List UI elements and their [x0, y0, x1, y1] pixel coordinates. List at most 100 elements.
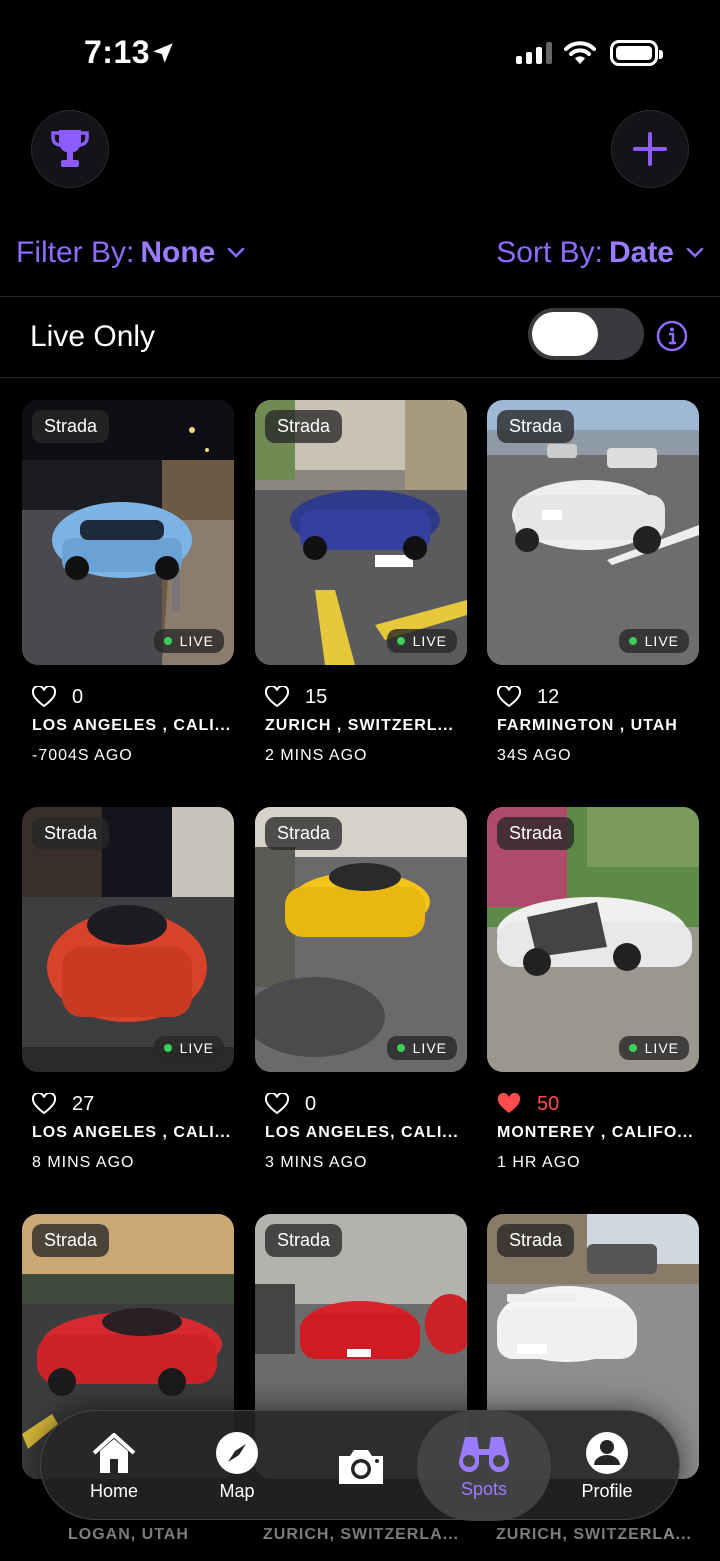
- tab-spots[interactable]: Spots: [417, 1411, 551, 1521]
- binoculars-icon: [458, 1436, 510, 1472]
- person-icon: [586, 1431, 628, 1474]
- spot-time-ago: 8 MINS AGO: [32, 1154, 135, 1171]
- spot-location: LOS ANGELES , CALI...: [32, 1124, 232, 1141]
- spot-card[interactable]: Strada LIVE 50 MONTEREY , CALIFO... 1 HR…: [487, 807, 699, 1172]
- spot-photo: Strada LIVE: [22, 807, 234, 1072]
- like-count: 50: [537, 1092, 560, 1115]
- divider: [0, 377, 720, 378]
- spot-location: ZURICH, SWITZERLA...: [263, 1526, 459, 1543]
- add-spot-button[interactable]: [611, 110, 689, 188]
- sort-label: Sort By:: [496, 236, 603, 269]
- spot-type-badge: Strada: [32, 817, 110, 850]
- status-bar: 7:13: [0, 0, 720, 100]
- tab-spots-label: Spots: [460, 1478, 508, 1499]
- info-icon[interactable]: [656, 320, 688, 352]
- spot-location: LOS ANGELES, CALI...: [265, 1124, 459, 1141]
- spot-photo: Strada LIVE: [487, 400, 699, 665]
- tab-profile[interactable]: Profile: [552, 1411, 662, 1521]
- tab-profile-label: Profile: [581, 1480, 633, 1501]
- heart-outline-icon[interactable]: [32, 1093, 56, 1115]
- spot-card[interactable]: Strada LIVE 15 ZURICH , SWITZERL... 2 MI…: [255, 400, 467, 765]
- filter-dropdown[interactable]: Filter By: None: [16, 236, 245, 270]
- spot-type-badge: Strada: [497, 410, 575, 443]
- heart-outline-icon[interactable]: [32, 686, 56, 708]
- spot-type-badge: Strada: [497, 817, 575, 850]
- spot-card[interactable]: Strada LIVE 0 LOS ANGELES, CALI... 3 MIN…: [255, 807, 467, 1172]
- live-badge: LIVE: [153, 1036, 224, 1060]
- leaderboard-button[interactable]: [31, 110, 109, 188]
- tab-home[interactable]: Home: [59, 1411, 169, 1521]
- filter-value: None: [140, 236, 216, 269]
- heart-outline-icon[interactable]: [265, 1093, 289, 1115]
- spot-time-ago: 3 MINS AGO: [265, 1154, 368, 1171]
- tab-camera[interactable]: [306, 1411, 416, 1521]
- heart-outline-icon[interactable]: [497, 686, 521, 708]
- filter-sort-row: Filter By: None Sort By: Date: [0, 236, 720, 278]
- sort-dropdown[interactable]: Sort By: Date: [496, 236, 704, 270]
- heart-outline-icon[interactable]: [265, 686, 289, 708]
- like-row: 0: [265, 1092, 467, 1116]
- like-count: 15: [305, 685, 328, 708]
- sort-value: Date: [608, 236, 674, 269]
- location-arrow-icon: [153, 43, 173, 63]
- spot-type-badge: Strada: [497, 1224, 575, 1257]
- like-row: 12: [497, 685, 699, 709]
- like-row: 50: [497, 1092, 699, 1116]
- tab-map-label: Map: [219, 1480, 255, 1501]
- spot-location: ZURICH, SWITZERLA...: [496, 1526, 692, 1543]
- spot-photo: Strada LIVE: [255, 807, 467, 1072]
- live-badge: LIVE: [153, 629, 224, 653]
- spot-photo: Strada LIVE: [255, 400, 467, 665]
- live-badge: LIVE: [618, 629, 689, 653]
- like-count: 27: [72, 1092, 95, 1115]
- live-only-toggle[interactable]: [528, 308, 644, 360]
- spot-time-ago: 34S AGO: [497, 747, 572, 764]
- tab-map[interactable]: Map: [182, 1411, 292, 1521]
- spot-location: FARMINGTON , UTAH: [497, 717, 678, 734]
- spot-type-badge: Strada: [32, 410, 110, 443]
- spot-card[interactable]: Strada LIVE 12 FARMINGTON , UTAH 34S AGO: [487, 400, 699, 765]
- live-badge: LIVE: [618, 1036, 689, 1060]
- live-badge: LIVE: [386, 629, 457, 653]
- spot-photo: Strada LIVE: [22, 400, 234, 665]
- wifi-icon: [564, 41, 596, 64]
- like-row: 15: [265, 685, 467, 709]
- camera-icon: [339, 1450, 383, 1484]
- like-count: 0: [72, 685, 84, 708]
- spot-card[interactable]: Strada LIVE 27 LOS ANGELES , CALI... 8 M…: [22, 807, 234, 1172]
- spot-type-badge: Strada: [265, 410, 343, 443]
- spot-time-ago: 2 MINS AGO: [265, 747, 368, 764]
- like-count: 0: [305, 1092, 317, 1115]
- spot-time-ago: 1 HR AGO: [497, 1154, 581, 1171]
- like-row: 0: [32, 685, 234, 709]
- tab-home-label: Home: [89, 1480, 138, 1501]
- live-only-label: Live Only: [30, 320, 156, 353]
- divider: [0, 296, 720, 297]
- chevron-down-icon: [686, 247, 704, 258]
- battery-icon: [610, 40, 663, 66]
- heart-filled-icon[interactable]: [497, 1093, 521, 1115]
- filter-label: Filter By:: [16, 236, 135, 269]
- plus-icon: [633, 132, 667, 166]
- spot-photo: Strada LIVE: [487, 807, 699, 1072]
- spot-type-badge: Strada: [265, 817, 343, 850]
- tab-bar: Home Map Spots Profile: [40, 1410, 680, 1521]
- spot-time-ago: -7004S AGO: [32, 747, 133, 764]
- like-count: 12: [537, 685, 560, 708]
- live-badge: LIVE: [386, 1036, 457, 1060]
- spot-location: MONTEREY , CALIFO...: [497, 1124, 694, 1141]
- spot-location: LOGAN, UTAH: [68, 1526, 189, 1543]
- like-row: 27: [32, 1092, 234, 1116]
- spot-card[interactable]: Strada LIVE 0 LOS ANGELES , CALI... -700…: [22, 400, 234, 765]
- status-time: 7:13: [84, 34, 151, 70]
- spot-location: LOS ANGELES , CALI...: [32, 717, 232, 734]
- chevron-down-icon: [228, 247, 245, 258]
- compass-icon: [216, 1431, 258, 1474]
- trophy-icon: [51, 130, 89, 167]
- spot-location: ZURICH , SWITZERL...: [265, 717, 454, 734]
- spot-type-badge: Strada: [32, 1224, 110, 1257]
- spot-type-badge: Strada: [265, 1224, 343, 1257]
- house-icon: [92, 1432, 136, 1473]
- cellular-signal-icon: [516, 42, 552, 64]
- live-only-row: Live Only: [0, 298, 720, 378]
